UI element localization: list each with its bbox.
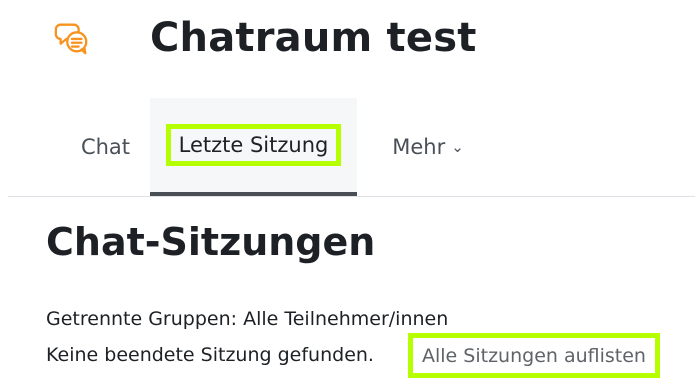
- chevron-down-icon: ⌄: [451, 138, 464, 156]
- group-filter-text: Getrennte Gruppen: Alle Teilnehmer/innen: [46, 308, 449, 330]
- tab-last-session[interactable]: Letzte Sitzung: [150, 98, 357, 196]
- list-all-sessions-link[interactable]: Alle Sitzungen auflisten: [408, 333, 660, 378]
- section-heading: Chat-Sitzungen: [46, 220, 376, 264]
- tab-chat-label: Chat: [80, 135, 131, 159]
- tab-more-dropdown[interactable]: Mehr ⌄: [368, 98, 488, 196]
- no-session-message: Keine beendete Sitzung gefunden.: [46, 344, 374, 366]
- tab-chat[interactable]: Chat: [58, 98, 153, 196]
- secondary-navigation: Chat Letzte Sitzung Mehr ⌄: [8, 98, 695, 197]
- page-title: Chatraum test: [150, 15, 477, 61]
- page: Chatraum test Chat Letzte Sitzung Mehr ⌄…: [0, 0, 695, 387]
- tab-last-session-label: Letzte Sitzung: [165, 124, 342, 166]
- tab-more-label: Mehr: [392, 135, 446, 159]
- page-header: Chatraum test: [52, 8, 477, 68]
- chat-bubbles-icon: [52, 18, 92, 58]
